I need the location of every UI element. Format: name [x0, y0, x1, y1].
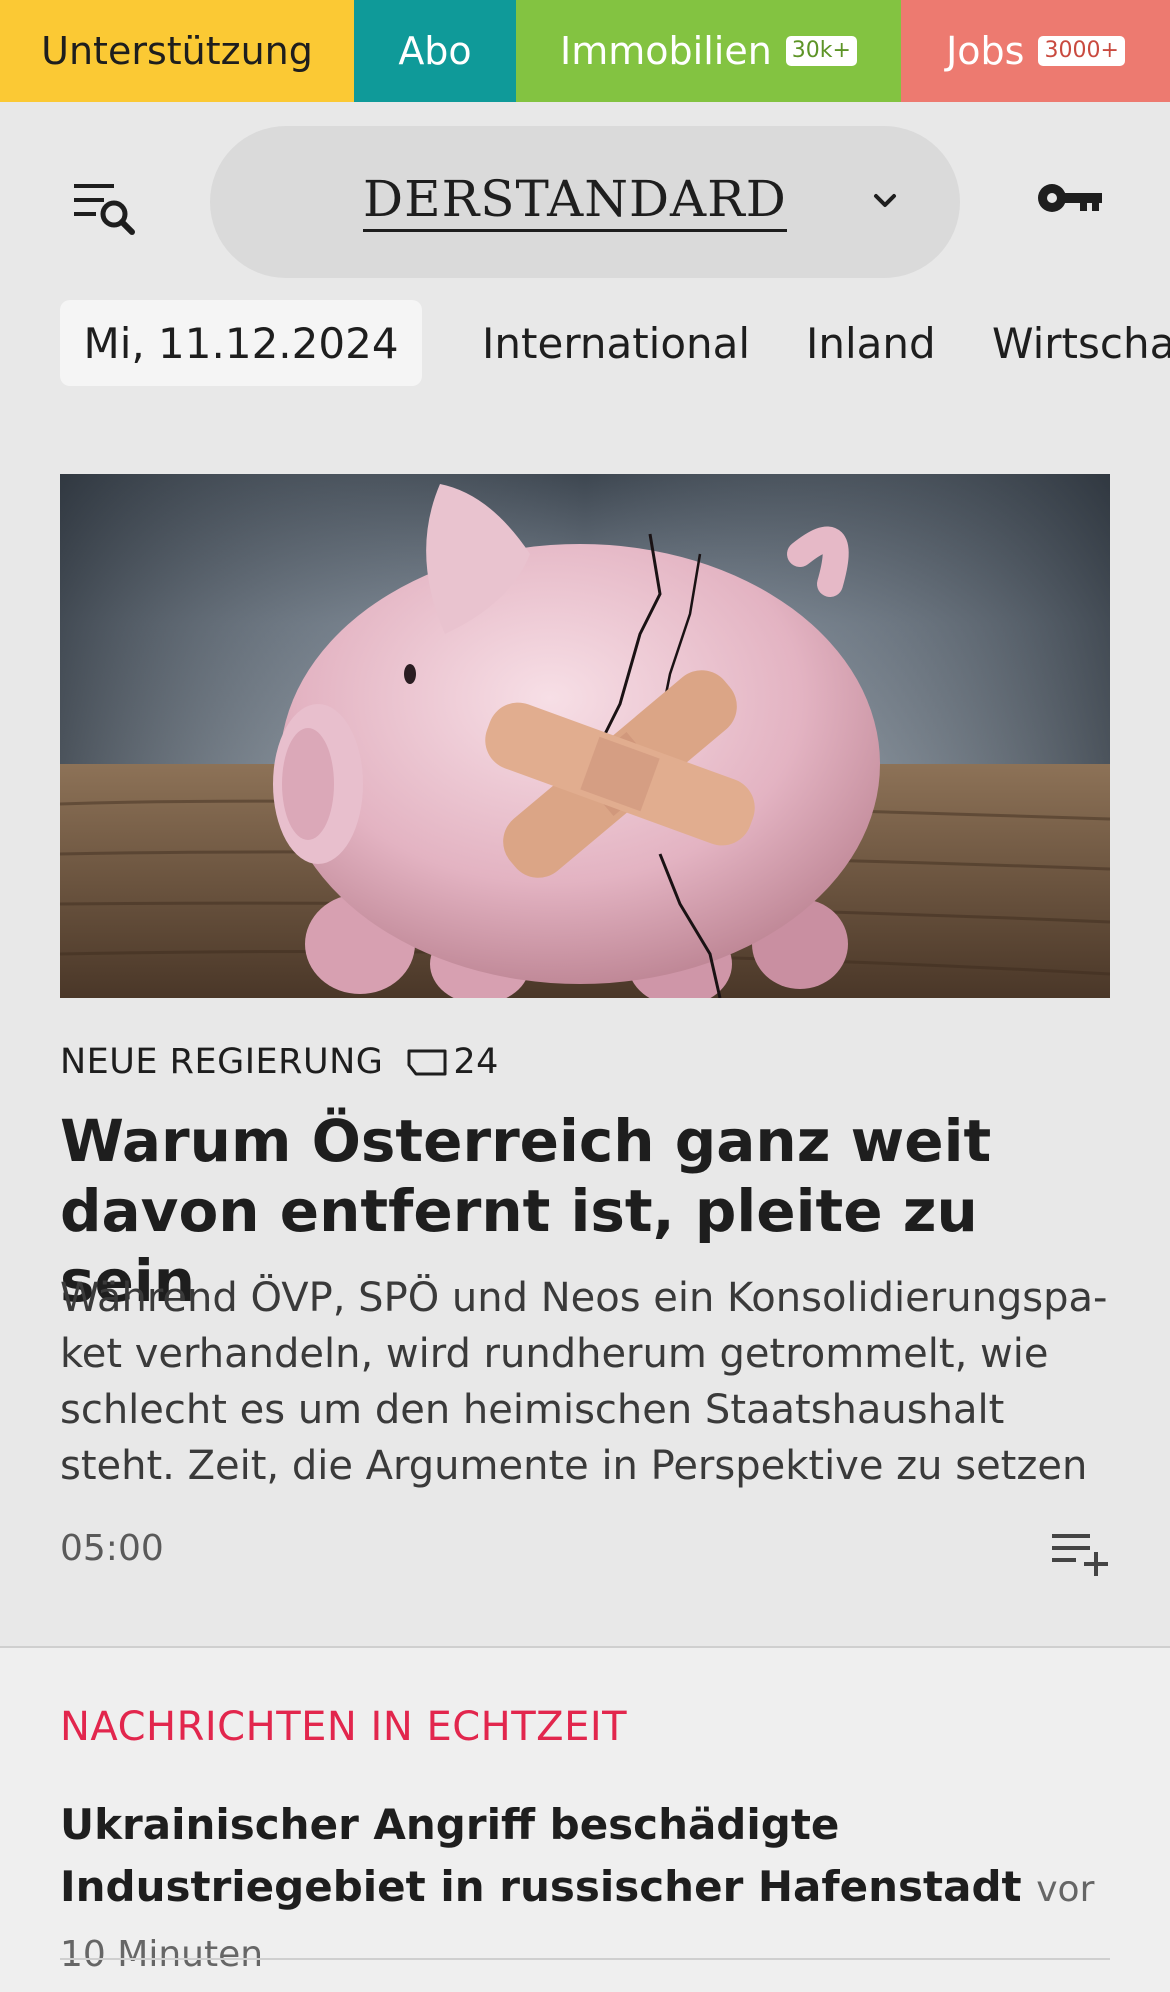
jobs-count-badge: 3000+: [1038, 36, 1125, 66]
key-icon[interactable]: [1036, 180, 1104, 216]
immobilien-tab[interactable]: Immobilien 30k+: [516, 0, 901, 102]
brand-logo-text: DERSTANDARD: [363, 170, 787, 228]
article-category: NEUE REGIERUNG: [60, 1042, 384, 1082]
playlist-add-icon[interactable]: [1050, 1530, 1110, 1576]
live-news-title[interactable]: NACHRICHTEN IN ECHTZEIT: [60, 1704, 627, 1750]
nav-item-wirtschaft[interactable]: Wirtscha: [992, 300, 1170, 386]
chevron-down-icon[interactable]: [870, 186, 900, 216]
support-tab-label: Unterstützung: [41, 29, 313, 73]
live-news-section: NACHRICHTEN IN ECHTZEIT Ukrainischer Ang…: [0, 1648, 1170, 1992]
section-navigation: Mi, 11.12.2024 International Inland Wirt…: [0, 300, 1170, 388]
article-timestamp: 05:00: [60, 1528, 164, 1569]
date-chip: Mi, 11.12.2024: [60, 300, 422, 386]
article-teaser[interactable]: Während ÖVP, SPÖ und Neos ein Konsolidie…: [60, 1270, 1120, 1494]
nav-item-label: Inland: [806, 318, 936, 368]
comment-count: 24: [453, 1042, 499, 1082]
immobilien-count-badge: 30k+: [785, 36, 857, 66]
article-hero-image[interactable]: [60, 474, 1110, 998]
article-kicker[interactable]: NEUE REGIERUNG 24: [60, 1042, 499, 1082]
jobs-tab[interactable]: Jobs 3000+: [901, 0, 1170, 102]
nav-item-inland[interactable]: Inland: [806, 300, 936, 386]
site-header: DERSTANDARD: [0, 102, 1170, 292]
comment-icon: [405, 1047, 449, 1077]
current-date: Mi, 11.12.2024: [83, 318, 399, 368]
menu-search-icon[interactable]: [72, 178, 138, 238]
abo-tab[interactable]: Abo: [354, 0, 516, 102]
top-section-bar: Unterstützung Abo Immobilien 30k+ Jobs 3…: [0, 0, 1170, 102]
nav-item-label: International: [482, 318, 751, 368]
nav-item-international[interactable]: International: [482, 300, 750, 386]
brand-selector[interactable]: DERSTANDARD: [210, 126, 960, 278]
immobilien-tab-label: Immobilien: [560, 29, 772, 73]
support-tab[interactable]: Unterstützung: [0, 0, 354, 102]
brand-logo: DERSTANDARD: [363, 170, 787, 232]
list-divider: [60, 1958, 1110, 1960]
nav-item-label: Wirtscha: [992, 318, 1170, 368]
abo-tab-label: Abo: [398, 29, 472, 73]
jobs-tab-label: Jobs: [946, 29, 1025, 73]
live-news-headline: Ukrainischer Angriff beschädigte Industr…: [60, 1800, 1037, 1911]
